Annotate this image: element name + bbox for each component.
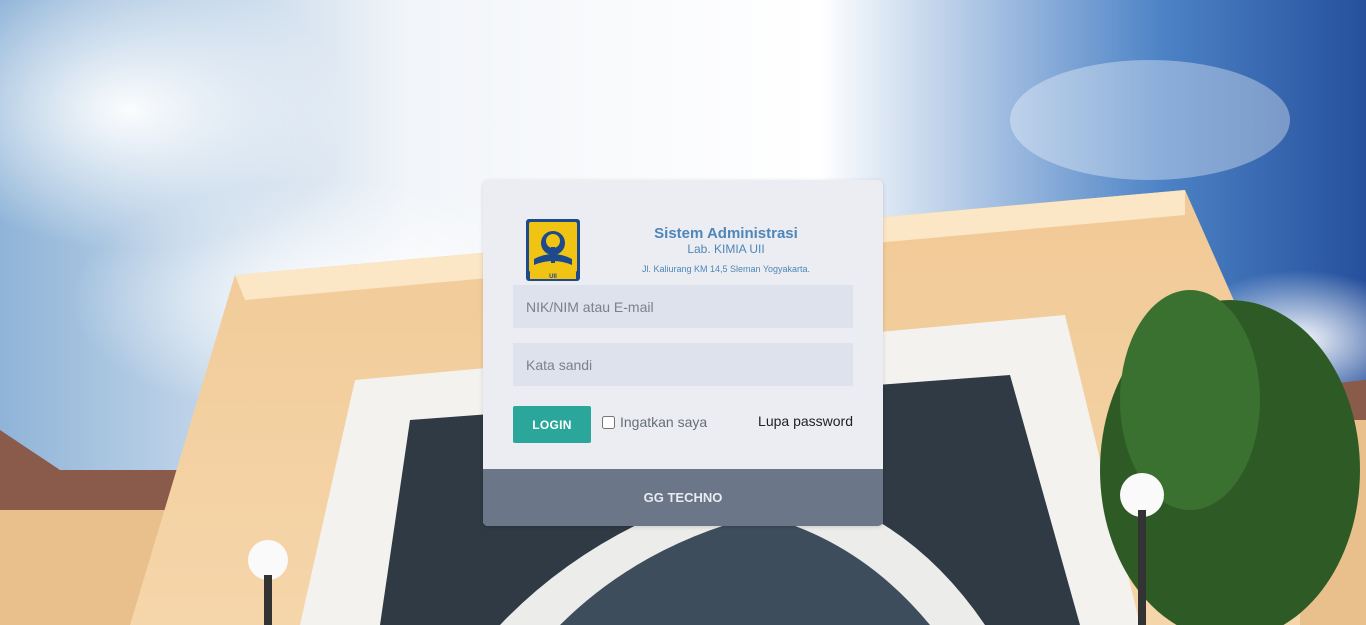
page-title: Sistem Administrasi bbox=[654, 225, 798, 242]
card-footer: GG TECHNO bbox=[483, 469, 883, 526]
password-input[interactable] bbox=[513, 343, 853, 386]
login-card: UII Sistem Administrasi Lab. KIMIA UII J… bbox=[483, 180, 883, 526]
address-text: Jl. Kaliurang KM 14,5 Sleman Yogyakarta. bbox=[641, 264, 811, 274]
remember-checkbox[interactable] bbox=[602, 415, 615, 429]
brand-heading: Sistem Administrasi Lab. KIMIA UII bbox=[613, 225, 839, 257]
uii-emblem-icon: UII bbox=[526, 219, 580, 281]
login-button[interactable]: LOGIN bbox=[513, 406, 591, 443]
svg-text:UII: UII bbox=[549, 274, 557, 280]
forgot-password-link[interactable]: Lupa password bbox=[758, 413, 853, 429]
remember-label: Ingatkan saya bbox=[620, 414, 708, 430]
remember-me[interactable]: Ingatkan saya bbox=[601, 414, 707, 430]
username-input[interactable] bbox=[513, 285, 853, 328]
page-subtitle: Lab. KIMIA UII bbox=[687, 242, 765, 256]
footer-label: GG TECHNO bbox=[643, 490, 723, 505]
